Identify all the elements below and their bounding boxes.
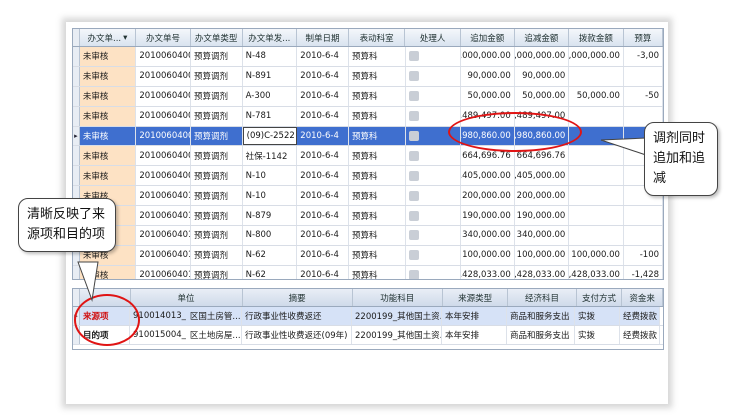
callout-right-text: 调剂同时追加和追减 [653, 131, 706, 186]
callout-right: 调剂同时追加和追减 [644, 122, 718, 196]
left-callout-tail [77, 261, 99, 302]
callout-left-text: 清晰反映了来源项和目的项 [27, 207, 106, 242]
right-callout-tail [600, 137, 647, 156]
callout-left: 清晰反映了来源项和目的项 [18, 198, 116, 252]
